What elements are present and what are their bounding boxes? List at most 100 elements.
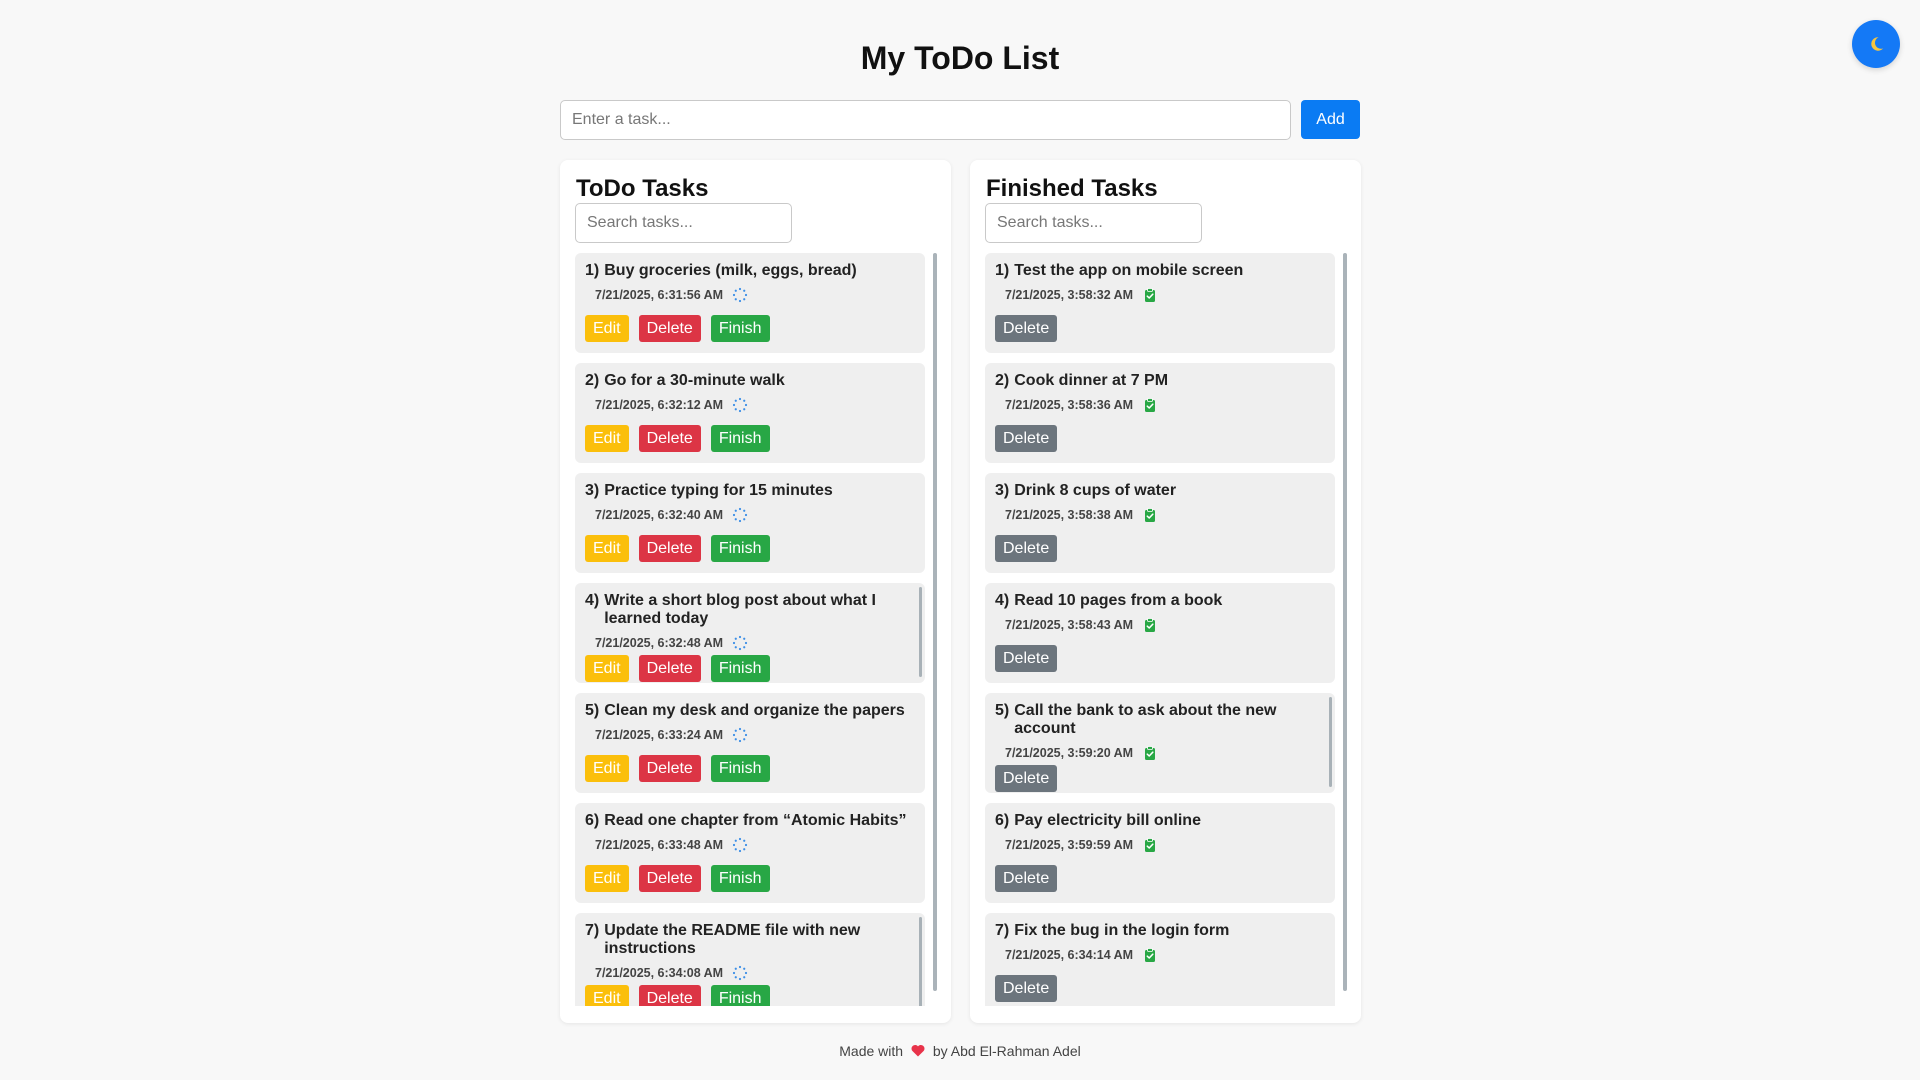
- task-card: 2) Cook dinner at 7 PM 7/21/2025, 3:58:36 …: [985, 363, 1335, 463]
- page-title: My ToDo List: [860, 40, 1060, 76]
- task-text: Pay electricity bill online: [1014, 812, 1201, 829]
- task-number: 4): [585, 592, 600, 609]
- task-text: Call the bank to ask about the new accou…: [1014, 702, 1277, 737]
- todo-scrollbar[interactable]: [933, 253, 937, 991]
- task-title: 7) Update the README file with new instru…: [585, 922, 915, 958]
- task-title: 6) Read one chapter from “Atomic Habits”: [585, 812, 915, 830]
- delete-button[interactable]: Delete: [995, 975, 1058, 1002]
- task-card: 1) Buy groceries (milk, eggs, bread) 7/21/…: [575, 253, 925, 353]
- task-actions: Edit Delete Finish: [585, 755, 770, 782]
- delete-button[interactable]: Delete: [995, 645, 1058, 672]
- clipboard-check-icon: [1142, 397, 1158, 413]
- task-card: 4) Write a short blog post about what I l…: [575, 583, 925, 683]
- edit-button[interactable]: Edit: [585, 755, 629, 782]
- task-number: 5): [995, 702, 1010, 719]
- delete-button[interactable]: Delete: [995, 425, 1058, 452]
- delete-button[interactable]: Delete: [638, 755, 701, 782]
- edit-button[interactable]: Edit: [585, 315, 629, 342]
- task-meta: 7/21/2025, 6:32:40 AM: [595, 507, 915, 523]
- task-number: 1): [585, 262, 600, 279]
- delete-button[interactable]: Delete: [638, 865, 701, 892]
- task-timestamp: 7/21/2025, 6:33:48 AM: [595, 838, 724, 852]
- todo-task-list[interactable]: 1) Buy groceries (milk, eggs, bread) 7/21/…: [575, 253, 937, 1006]
- finish-button[interactable]: Finish: [710, 425, 770, 452]
- task-meta: 7/21/2025, 3:59:59 AM: [1005, 837, 1325, 853]
- todo-search-input[interactable]: [575, 203, 792, 243]
- task-title: 2) Cook dinner at 7 PM: [995, 372, 1325, 390]
- card-scrollbar[interactable]: [919, 587, 922, 677]
- task-meta: 7/21/2025, 6:34:08 AM: [595, 965, 915, 981]
- task-timestamp: 7/21/2025, 3:58:36 AM: [1005, 398, 1134, 412]
- task-text: Read one chapter from “Atomic Habits”: [604, 812, 907, 829]
- task-actions: Edit Delete Finish: [585, 865, 770, 892]
- spinner-icon: [732, 837, 748, 853]
- task-timestamp: 7/21/2025, 6:31:56 AM: [595, 288, 724, 302]
- task-timestamp: 7/21/2025, 6:33:24 AM: [595, 728, 724, 742]
- task-actions: Delete: [995, 975, 1058, 1002]
- finish-button[interactable]: Finish: [710, 655, 770, 682]
- finished-search-input[interactable]: [985, 203, 1202, 243]
- card-scrollbar[interactable]: [1329, 697, 1332, 787]
- clipboard-check-icon: [1142, 837, 1158, 853]
- task-actions: Edit Delete Finish: [585, 655, 770, 682]
- edit-button[interactable]: Edit: [585, 655, 629, 682]
- task-meta: 7/21/2025, 3:58:43 AM: [1005, 617, 1325, 633]
- task-number: 2): [995, 372, 1010, 389]
- delete-button[interactable]: Delete: [638, 315, 701, 342]
- finish-button[interactable]: Finish: [710, 985, 770, 1006]
- task-actions: Delete: [995, 765, 1058, 792]
- card-scrollbar[interactable]: [919, 917, 922, 1006]
- task-number: 2): [585, 372, 600, 389]
- task-title: 5) Call the bank to ask about the new acc…: [995, 702, 1325, 738]
- edit-button[interactable]: Edit: [585, 535, 629, 562]
- task-timestamp: 7/21/2025, 3:59:20 AM: [1005, 746, 1134, 760]
- finish-button[interactable]: Finish: [710, 535, 770, 562]
- task-meta: 7/21/2025, 3:58:38 AM: [1005, 507, 1325, 523]
- delete-button[interactable]: Delete: [995, 765, 1058, 792]
- task-card: 6) Read one chapter from “Atomic Habits” 7…: [575, 803, 925, 903]
- delete-button[interactable]: Delete: [995, 315, 1058, 342]
- task-title: 7) Fix the bug in the login form: [995, 922, 1325, 940]
- spinner-icon: [732, 965, 748, 981]
- task-timestamp: 7/21/2025, 3:58:38 AM: [1005, 508, 1134, 522]
- footer-prefix: Made with: [839, 1043, 904, 1059]
- task-title: 6) Pay electricity bill online: [995, 812, 1325, 830]
- task-text: Practice typing for 15 minutes: [604, 482, 833, 499]
- task-card: 7) Fix the bug in the login form 7/21/2025…: [985, 913, 1335, 1006]
- delete-button[interactable]: Delete: [995, 865, 1058, 892]
- task-text: Test the app on mobile screen: [1014, 262, 1244, 279]
- delete-button[interactable]: Delete: [638, 535, 701, 562]
- delete-button[interactable]: Delete: [638, 425, 701, 452]
- task-text: Read 10 pages from a book: [1014, 592, 1223, 609]
- task-number: 5): [585, 702, 600, 719]
- finish-button[interactable]: Finish: [710, 865, 770, 892]
- spinner-icon: [732, 397, 748, 413]
- task-timestamp: 7/21/2025, 6:32:12 AM: [595, 398, 724, 412]
- task-input[interactable]: [560, 100, 1291, 140]
- task-card: 6) Pay electricity bill online 7/21/2025, …: [985, 803, 1335, 903]
- add-button[interactable]: Add: [1301, 100, 1360, 139]
- edit-button[interactable]: Edit: [585, 985, 629, 1006]
- edit-button[interactable]: Edit: [585, 865, 629, 892]
- task-meta: 7/21/2025, 6:32:12 AM: [595, 397, 915, 413]
- finish-button[interactable]: Finish: [710, 755, 770, 782]
- delete-button[interactable]: Delete: [638, 655, 701, 682]
- task-number: 7): [995, 922, 1010, 939]
- task-actions: Edit Delete Finish: [585, 985, 770, 1006]
- footer-author: by Abd El-Rahman Adel: [932, 1043, 1081, 1059]
- task-actions: Delete: [995, 535, 1058, 562]
- finished-scrollbar[interactable]: [1343, 253, 1347, 991]
- task-card: 3) Drink 8 cups of water 7/21/2025, 3:58:3…: [985, 473, 1335, 573]
- edit-button[interactable]: Edit: [585, 425, 629, 452]
- finish-button[interactable]: Finish: [710, 315, 770, 342]
- task-actions: Delete: [995, 865, 1058, 892]
- delete-button[interactable]: Delete: [638, 985, 701, 1006]
- theme-toggle-button[interactable]: [1852, 20, 1900, 68]
- task-card: 5) Clean my desk and organize the papers 7…: [575, 693, 925, 793]
- clipboard-check-icon: [1142, 287, 1158, 303]
- task-card: 4) Read 10 pages from a book 7/21/2025, 3:…: [985, 583, 1335, 683]
- task-text: Cook dinner at 7 PM: [1014, 372, 1169, 389]
- finished-task-list[interactable]: 1) Test the app on mobile screen 7/21/2025…: [985, 253, 1347, 1006]
- delete-button[interactable]: Delete: [995, 535, 1058, 562]
- clipboard-check-icon: [1142, 947, 1158, 963]
